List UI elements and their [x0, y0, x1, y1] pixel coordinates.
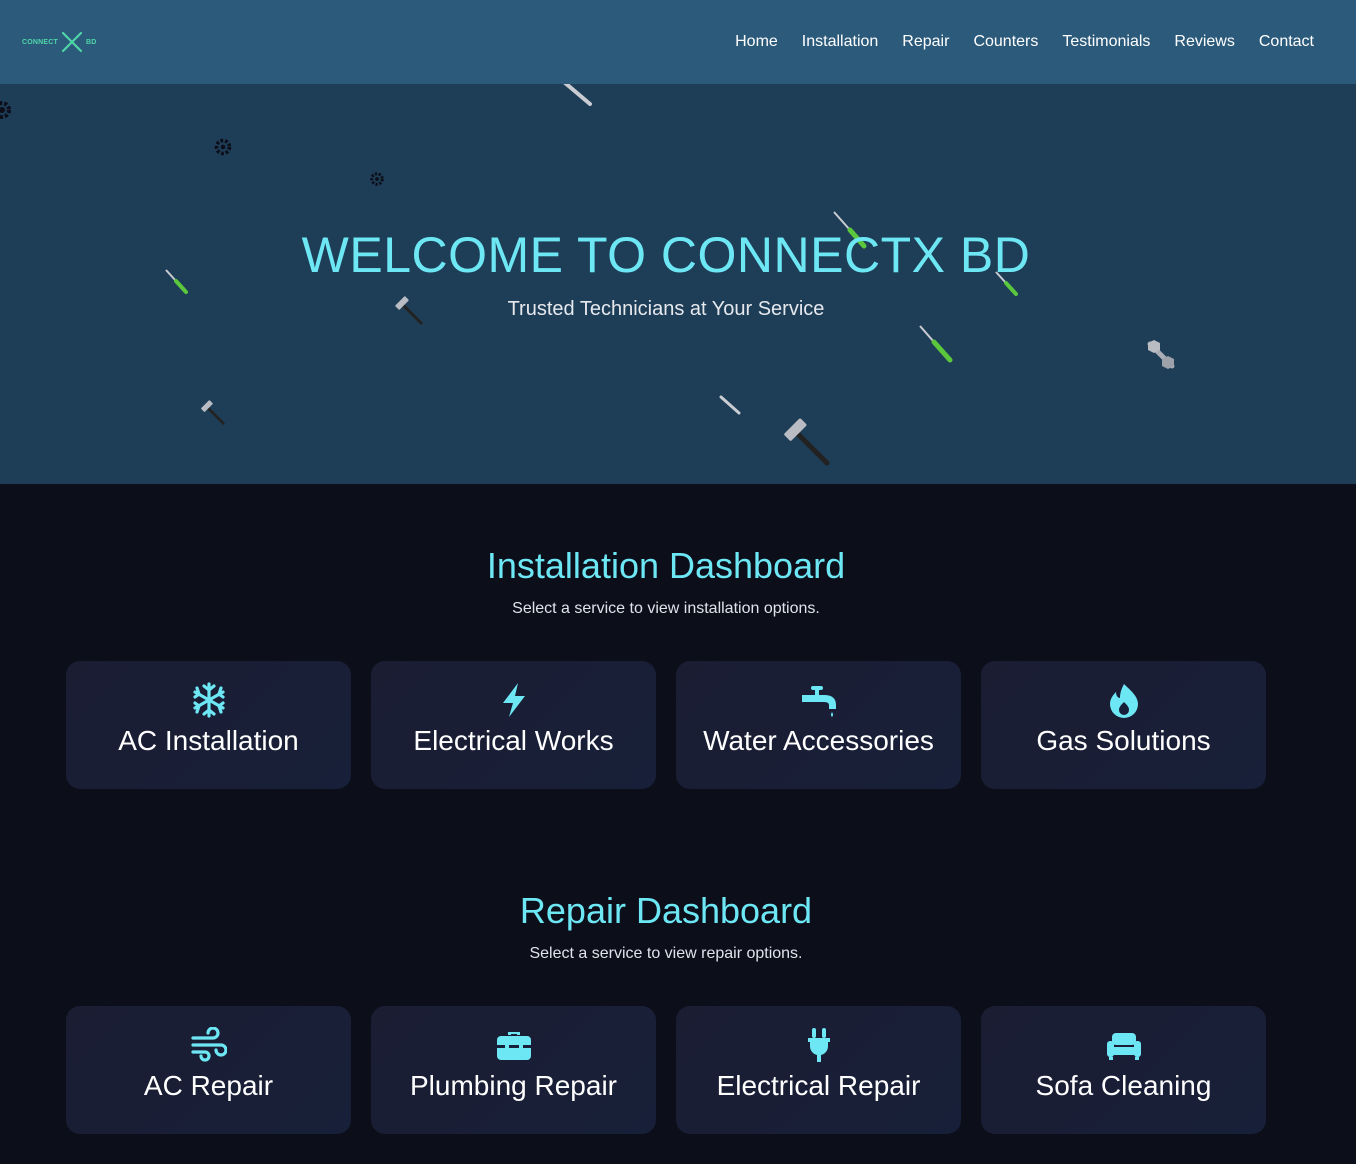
- nav-repair[interactable]: Repair: [902, 32, 949, 52]
- gear-icon: [0, 101, 11, 119]
- nav-contact[interactable]: Contact: [1259, 32, 1314, 52]
- card-electrical-repair[interactable]: Electrical Repair: [676, 1006, 961, 1134]
- nav-reviews[interactable]: Reviews: [1174, 32, 1234, 52]
- card-gas-solutions[interactable]: Gas Solutions: [981, 661, 1266, 789]
- card-electrical-works[interactable]: Electrical Works: [371, 661, 656, 789]
- crossed-tools-icon: [61, 31, 83, 53]
- repair-cards: AC Repair Plumbing Repair Electrical Rep…: [66, 1006, 1266, 1134]
- toolbox-icon: [495, 1026, 533, 1064]
- faucet-icon: [800, 681, 838, 719]
- nav-counters[interactable]: Counters: [973, 32, 1038, 52]
- plug-icon: [800, 1026, 838, 1064]
- card-label: Sofa Cleaning: [1035, 1070, 1212, 1101]
- wrench-icon: [563, 84, 592, 106]
- nav-installation[interactable]: Installation: [802, 32, 879, 52]
- card-label: Electrical Repair: [716, 1070, 921, 1101]
- wrench-icon: [719, 395, 741, 415]
- installation-dashboard-subtitle: Select a service to view installation op…: [512, 600, 820, 617]
- card-label: Plumbing Repair: [410, 1070, 617, 1101]
- card-label: AC Repair: [143, 1070, 274, 1101]
- card-ac-repair[interactable]: AC Repair: [66, 1006, 351, 1134]
- hero-title: WELCOME TO CONNECTX BD: [301, 227, 1031, 283]
- hammer-icon: [784, 418, 830, 466]
- card-label: Electrical Works: [413, 725, 614, 756]
- hero-subtitle: Trusted Technicians at Your Service: [507, 298, 825, 320]
- card-plumbing-repair[interactable]: Plumbing Repair: [371, 1006, 656, 1134]
- hero-banner: WELCOME TO CONNECTX BD Trusted Technicia…: [0, 84, 1356, 484]
- gear-icon: [370, 172, 384, 186]
- installation-cards: AC Installation Electrical Works Water A…: [66, 661, 1266, 789]
- gear-icon: [214, 138, 232, 156]
- bolt-icon: [495, 681, 533, 719]
- logo-text-right: BD: [86, 38, 97, 46]
- card-label: Gas Solutions: [1036, 725, 1211, 756]
- card-ac-installation[interactable]: AC Installation: [66, 661, 351, 789]
- fire-icon: [1105, 681, 1143, 719]
- wind-icon: [190, 1026, 228, 1064]
- card-sofa-cleaning[interactable]: Sofa Cleaning: [981, 1006, 1266, 1134]
- nav-testimonials[interactable]: Testimonials: [1062, 32, 1150, 52]
- card-water-accessories[interactable]: Water Accessories: [676, 661, 961, 789]
- screwdriver-icon: [919, 325, 953, 363]
- installation-dashboard-title: Installation Dashboard: [486, 545, 846, 586]
- nav-home[interactable]: Home: [735, 32, 778, 52]
- card-label: Water Accessories: [703, 725, 934, 756]
- repair-dashboard-subtitle: Select a service to view repair options.: [529, 945, 803, 962]
- hammer-icon: [201, 400, 225, 425]
- main-nav: Home Installation Repair Counters Testim…: [711, 32, 1314, 52]
- repair-dashboard-title: Repair Dashboard: [519, 890, 813, 931]
- nut-and-bolt-icon: [1147, 340, 1175, 369]
- site-header: CONNECT BD Home Installation Repair Coun…: [0, 0, 1356, 84]
- logo-text-left: CONNECT: [22, 38, 59, 46]
- card-label: AC Installation: [118, 725, 299, 756]
- couch-icon: [1105, 1026, 1143, 1064]
- snowflake-icon: [190, 681, 228, 719]
- logo[interactable]: CONNECT BD: [22, 22, 97, 62]
